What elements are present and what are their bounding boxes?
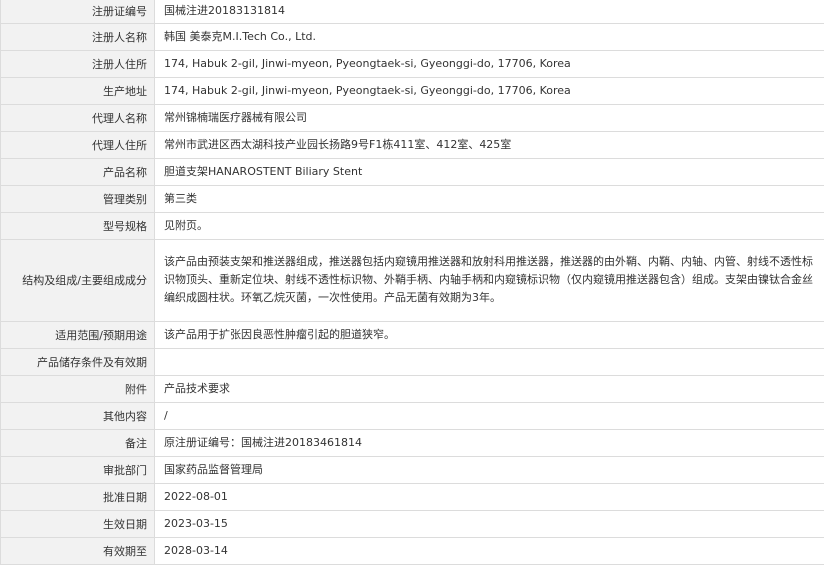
label-registration-number: 注册证编号 — [1, 0, 155, 23]
label-agent-address: 代理人住所 — [1, 131, 155, 158]
row-expiry-date: 有效期至 2028-03-14 — [1, 537, 824, 564]
row-approval-date: 批准日期 2022-08-01 — [1, 483, 824, 510]
row-agent-address: 代理人住所 常州市武进区西太湖科技产业园长扬路9号F1栋411室、412室、42… — [1, 131, 824, 158]
value-intended-use: 该产品用于扩张因良恶性肿瘤引起的胆道狭窄。 — [155, 321, 824, 348]
label-registrant-address: 注册人住所 — [1, 50, 155, 77]
row-registration-number: 注册证编号 国械注进20183131814 — [1, 0, 824, 23]
label-agent-name: 代理人名称 — [1, 104, 155, 131]
label-intended-use: 适用范围/预期用途 — [1, 321, 155, 348]
value-product-name: 胆道支架HANAROSTENT Biliary Stent — [155, 158, 824, 185]
row-production-address: 生产地址 174, Habuk 2-gil, Jinwi-myeon, Pyeo… — [1, 77, 824, 104]
row-agent-name: 代理人名称 常州锦楠瑞医疗器械有限公司 — [1, 104, 824, 131]
value-attachment: 产品技术要求 — [155, 375, 824, 402]
value-effective-date: 2023-03-15 — [155, 510, 824, 537]
label-product-name: 产品名称 — [1, 158, 155, 185]
row-structure-composition: 结构及组成/主要组成成分 该产品由预装支架和推送器组成，推送器包括内窥镜用推送器… — [1, 239, 824, 321]
value-registrant-address: 174, Habuk 2-gil, Jinwi-myeon, Pyeongtae… — [155, 50, 824, 77]
registration-info-body: 注册证编号 国械注进20183131814 注册人名称 韩国 美泰克M.I.Te… — [1, 0, 824, 564]
value-production-address: 174, Habuk 2-gil, Jinwi-myeon, Pyeongtae… — [155, 77, 824, 104]
label-approval-date: 批准日期 — [1, 483, 155, 510]
row-approval-department: 审批部门 国家药品监督管理局 — [1, 456, 824, 483]
value-other-content: / — [155, 402, 824, 429]
label-remarks: 备注 — [1, 429, 155, 456]
row-management-category: 管理类别 第三类 — [1, 185, 824, 212]
value-agent-name: 常州锦楠瑞医疗器械有限公司 — [155, 104, 824, 131]
value-expiry-date: 2028-03-14 — [155, 537, 824, 564]
value-approval-department: 国家药品监督管理局 — [155, 456, 824, 483]
value-approval-date: 2022-08-01 — [155, 483, 824, 510]
label-attachment: 附件 — [1, 375, 155, 402]
row-intended-use: 适用范围/预期用途 该产品用于扩张因良恶性肿瘤引起的胆道狭窄。 — [1, 321, 824, 348]
label-effective-date: 生效日期 — [1, 510, 155, 537]
value-storage-validity — [155, 348, 824, 375]
row-registrant-address: 注册人住所 174, Habuk 2-gil, Jinwi-myeon, Pye… — [1, 50, 824, 77]
label-management-category: 管理类别 — [1, 185, 155, 212]
registration-info-table: 注册证编号 国械注进20183131814 注册人名称 韩国 美泰克M.I.Te… — [0, 0, 824, 565]
label-other-content: 其他内容 — [1, 402, 155, 429]
label-model-spec: 型号规格 — [1, 212, 155, 239]
value-remarks: 原注册证编号：国械注进20183461814 — [155, 429, 824, 456]
row-remarks: 备注 原注册证编号：国械注进20183461814 — [1, 429, 824, 456]
value-structure-composition: 该产品由预装支架和推送器组成，推送器包括内窥镜用推送器和放射科用推送器，推送器的… — [155, 239, 824, 321]
value-registration-number: 国械注进20183131814 — [155, 0, 824, 23]
row-effective-date: 生效日期 2023-03-15 — [1, 510, 824, 537]
value-registrant-name: 韩国 美泰克M.I.Tech Co., Ltd. — [155, 23, 824, 50]
label-structure-composition: 结构及组成/主要组成成分 — [1, 239, 155, 321]
row-model-spec: 型号规格 见附页。 — [1, 212, 824, 239]
row-registrant-name: 注册人名称 韩国 美泰克M.I.Tech Co., Ltd. — [1, 23, 824, 50]
label-expiry-date: 有效期至 — [1, 537, 155, 564]
value-management-category: 第三类 — [155, 185, 824, 212]
value-agent-address: 常州市武进区西太湖科技产业园长扬路9号F1栋411室、412室、425室 — [155, 131, 824, 158]
value-model-spec: 见附页。 — [155, 212, 824, 239]
row-attachment: 附件 产品技术要求 — [1, 375, 824, 402]
label-storage-validity: 产品储存条件及有效期 — [1, 348, 155, 375]
label-approval-department: 审批部门 — [1, 456, 155, 483]
row-product-name: 产品名称 胆道支架HANAROSTENT Biliary Stent — [1, 158, 824, 185]
label-registrant-name: 注册人名称 — [1, 23, 155, 50]
label-production-address: 生产地址 — [1, 77, 155, 104]
row-storage-validity: 产品储存条件及有效期 — [1, 348, 824, 375]
row-other-content: 其他内容 / — [1, 402, 824, 429]
